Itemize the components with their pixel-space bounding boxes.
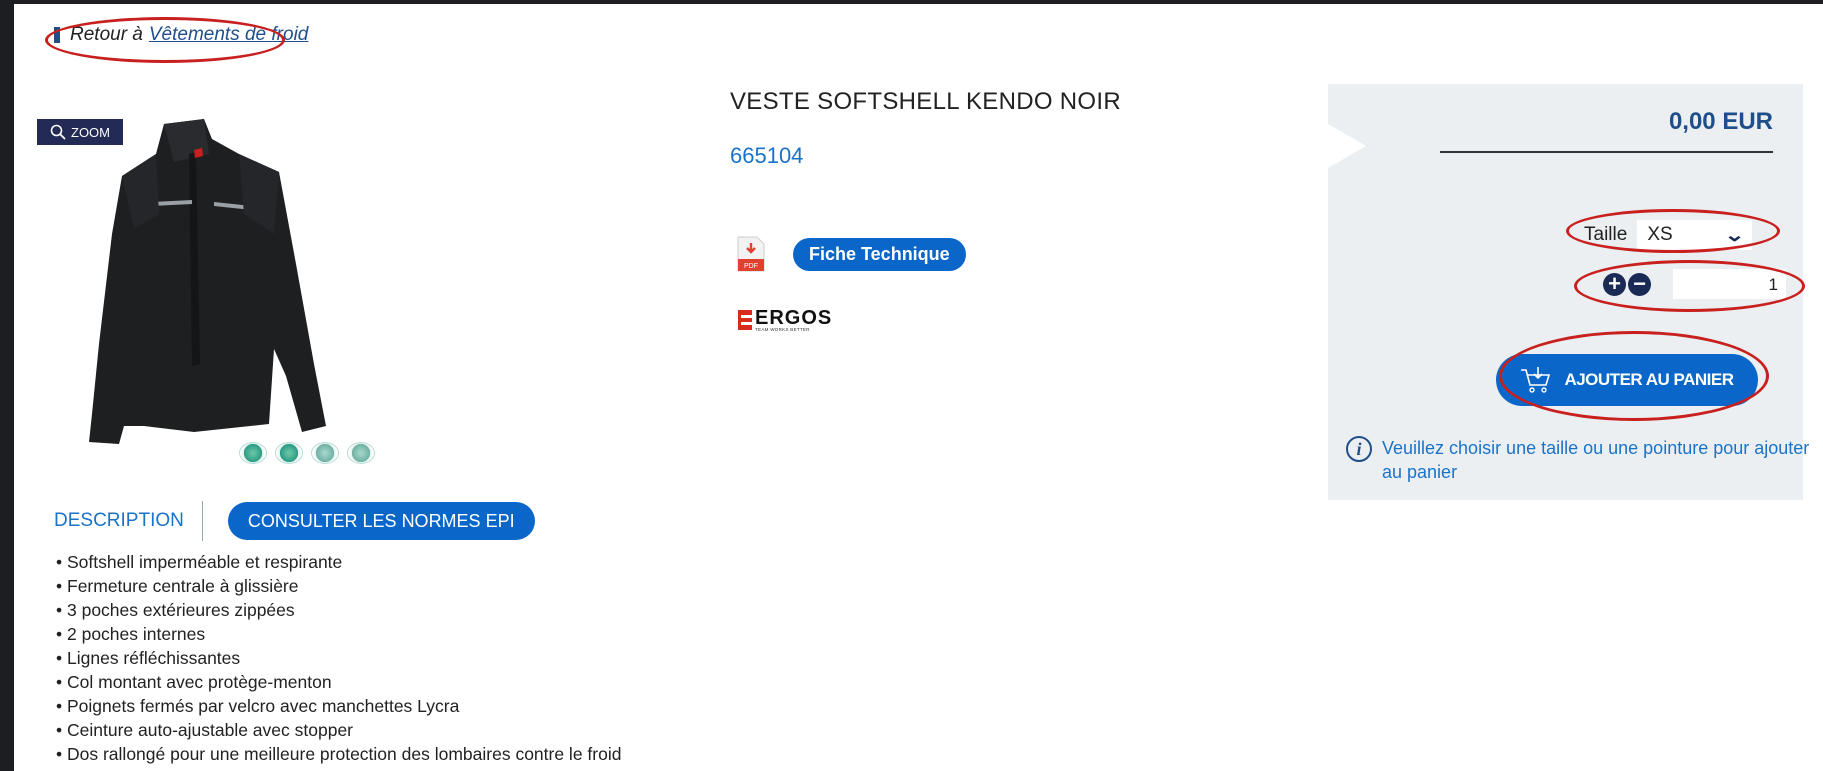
zoom-button[interactable]: ZOOM (37, 119, 123, 145)
product-title: VESTE SOFTSHELL KENDO NOIR (730, 88, 1121, 115)
brand-name: ERGOS (755, 307, 833, 329)
breadcrumb-marker (54, 27, 60, 43)
size-select[interactable]: XS ⌄ (1637, 220, 1753, 250)
size-notice-text: Veuillez choisir une taille ou une point… (1382, 438, 1810, 482)
size-label: Taille (1584, 224, 1628, 245)
minus-icon[interactable]: − (1628, 272, 1651, 296)
add-to-cart-button[interactable]: AJOUTER AU PANIER (1496, 354, 1758, 406)
size-value: XS (1647, 224, 1673, 245)
size-selector-row: Taille XS ⌄ (1584, 220, 1753, 250)
thumbnail-strip (239, 442, 375, 464)
cart-icon (1521, 367, 1551, 393)
list-item: Dos rallongé pour une meilleure protecti… (56, 742, 621, 766)
thumbnail-1[interactable] (239, 442, 267, 464)
fiche-technique-button[interactable]: Fiche Technique (793, 238, 966, 271)
list-item: Fermeture centrale à glissière (56, 574, 621, 598)
chevron-down-icon: ⌄ (1724, 224, 1746, 245)
quantity-stepper: + − 1 (1603, 269, 1786, 299)
breadcrumb: Retour à Vêtements de froid (14, 20, 308, 50)
description-list: Softshell imperméable et respirante Ferm… (56, 550, 621, 766)
quantity-input[interactable]: 1 (1673, 269, 1786, 299)
pdf-icon-label: PDF (744, 263, 758, 270)
tab-description[interactable]: DESCRIPTION (54, 501, 203, 541)
zoom-label: ZOOM (71, 124, 110, 140)
plus-icon[interactable]: + (1603, 272, 1626, 296)
product-page: Retour à Vêtements de froid ZOOM DESCRIP… (14, 4, 1823, 771)
panel-notch (1328, 124, 1366, 168)
price: 0,00 EUR (1668, 108, 1773, 135)
list-item: Poignets fermés par velcro avec manchett… (56, 694, 621, 718)
product-reference: 665104 (730, 143, 804, 168)
list-item: Lignes réfléchissantes (56, 646, 621, 670)
size-notice: i Veuillez choisir une taille ou une poi… (1346, 436, 1812, 484)
thumbnail-2[interactable] (275, 442, 303, 464)
list-item: Col montant avec protège-menton (56, 670, 621, 694)
list-item: Softshell imperméable et respirante (56, 550, 621, 574)
consult-norms-button[interactable]: CONSULTER LES NORMES EPI (227, 502, 535, 540)
list-item: 3 poches extérieures zippées (56, 598, 621, 622)
pdf-icon[interactable]: PDF (736, 235, 766, 273)
thumbnail-4[interactable] (347, 442, 375, 464)
cart-panel: 0,00 EUR Taille XS ⌄ + − 1 AJOUTER AU PA… (1328, 84, 1809, 500)
product-tabs: DESCRIPTION CONSULTER LES NORMES EPI (54, 501, 535, 541)
info-icon: i (1346, 436, 1372, 462)
brand-tagline: TEAM WORKS BETTER (755, 327, 810, 332)
add-to-cart-label: AJOUTER AU PANIER (1564, 370, 1734, 389)
magnifier-icon (50, 124, 66, 140)
product-image[interactable] (64, 114, 364, 459)
breadcrumb-prefix: Retour à (70, 24, 143, 45)
list-item: Ceinture auto-ajustable avec stopper (56, 718, 621, 742)
thumbnail-3[interactable] (311, 442, 339, 464)
brand-logo: ERGOS TEAM WORKS BETTER (738, 308, 832, 333)
breadcrumb-link[interactable]: Vêtements de froid (149, 24, 308, 46)
brand-mark-icon (738, 310, 752, 331)
list-item: 2 poches internes (56, 622, 621, 646)
price-divider (1440, 151, 1773, 153)
